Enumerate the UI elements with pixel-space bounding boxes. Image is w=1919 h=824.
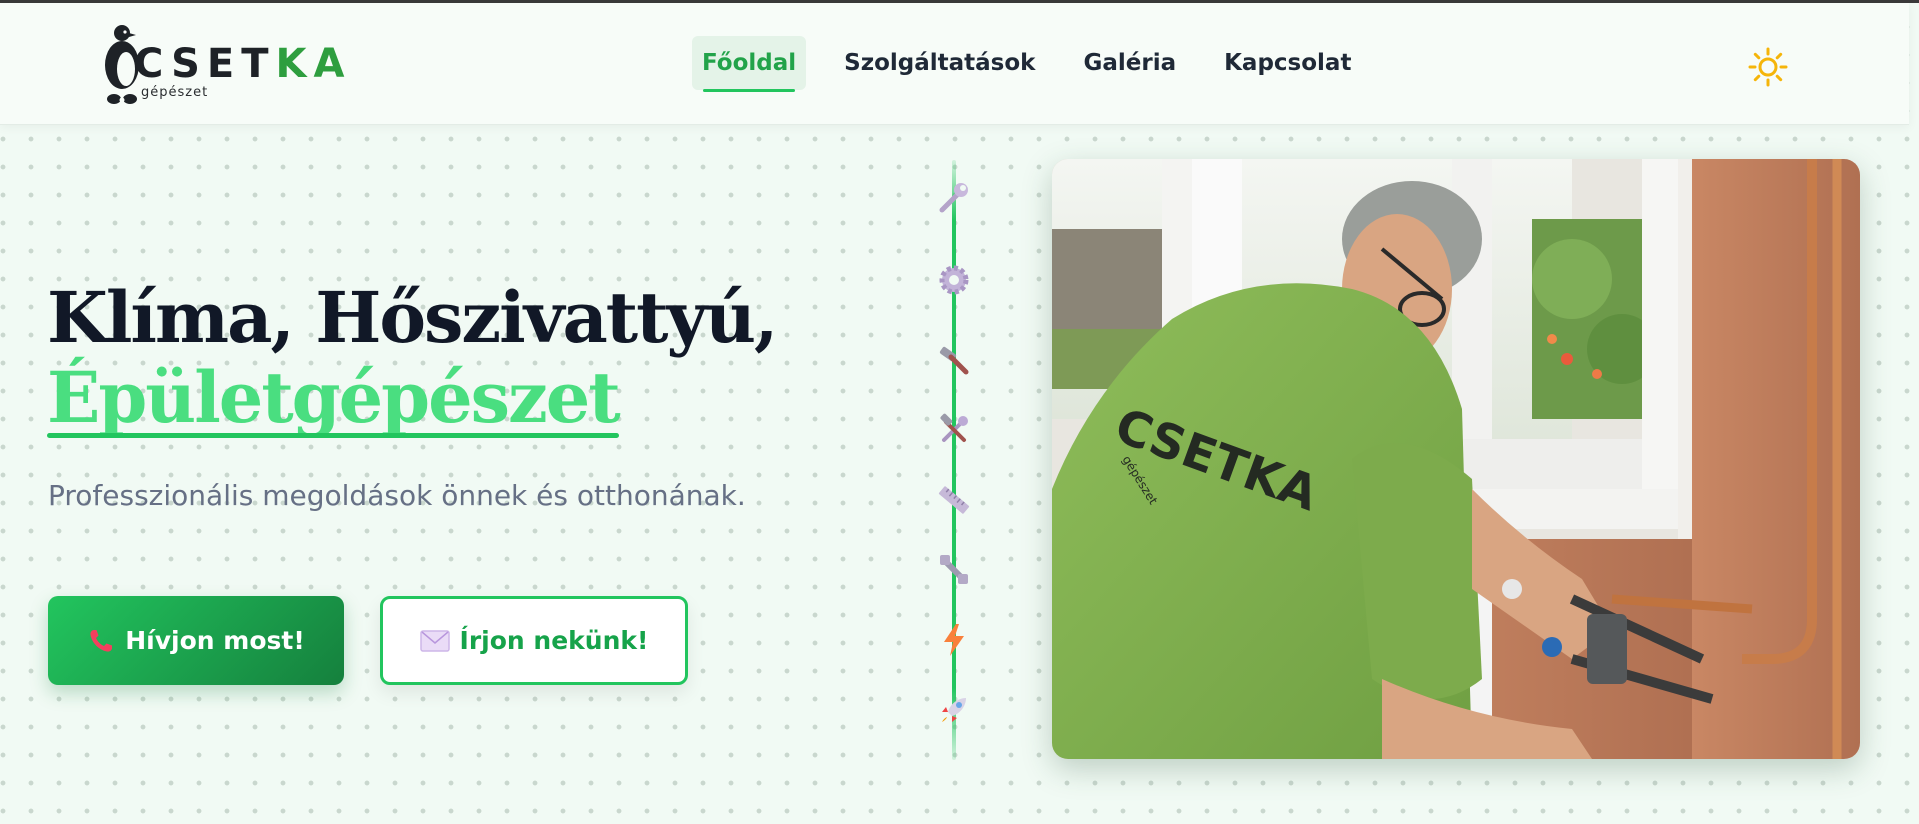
ruler-icon <box>934 480 974 520</box>
hammer-wrench-icon <box>934 410 974 450</box>
main-nav: Főoldal Szolgáltatások Galéria Kapcsolat <box>692 36 1389 92</box>
timeline-line <box>952 160 956 760</box>
lightning-icon <box>934 620 974 660</box>
tools-timeline <box>938 160 970 760</box>
hero-subtitle: Professzionális megoldások önnek és otth… <box>48 479 746 512</box>
hero-title-line1: Klíma, Hőszivattyú, <box>47 276 778 359</box>
theme-toggle-button[interactable] <box>1748 47 1788 87</box>
sun-icon <box>1748 47 1788 87</box>
hero-photo: CSETKA gépészet <box>1052 159 1860 759</box>
wrench-icon <box>934 178 974 218</box>
envelope-icon <box>419 629 450 653</box>
write-us-button[interactable]: Írjon nekünk! <box>380 596 688 685</box>
navbar: CSETKA gépészet Főoldal Szolgáltatások G… <box>0 3 1909 125</box>
logo-subtitle: gépészet <box>141 85 209 100</box>
bolt-nut-icon <box>934 550 974 590</box>
write-us-label: Írjon nekünk! <box>459 626 649 655</box>
nav-item-services[interactable]: Szolgáltatások <box>834 36 1045 90</box>
logo-wordmark: CSETKA <box>134 41 352 87</box>
phone-icon <box>87 627 115 655</box>
hero-title: Klíma, Hőszivattyú, Épületgépészet <box>47 276 778 439</box>
rocket-icon <box>934 690 974 730</box>
call-now-label: Hívjon most! <box>125 626 305 655</box>
hammer-icon <box>934 340 974 380</box>
call-now-button[interactable]: Hívjon most! <box>48 596 344 685</box>
logo[interactable]: CSETKA gépészet <box>100 23 344 108</box>
nav-item-home[interactable]: Főoldal <box>692 36 807 92</box>
gear-icon <box>934 260 974 300</box>
technician-photo-illustration: CSETKA gépészet <box>1052 159 1860 759</box>
nav-item-contact[interactable]: Kapcsolat <box>1214 36 1361 90</box>
hero-title-accent: Épületgépészet <box>47 356 621 439</box>
nav-item-gallery[interactable]: Galéria <box>1073 36 1186 90</box>
